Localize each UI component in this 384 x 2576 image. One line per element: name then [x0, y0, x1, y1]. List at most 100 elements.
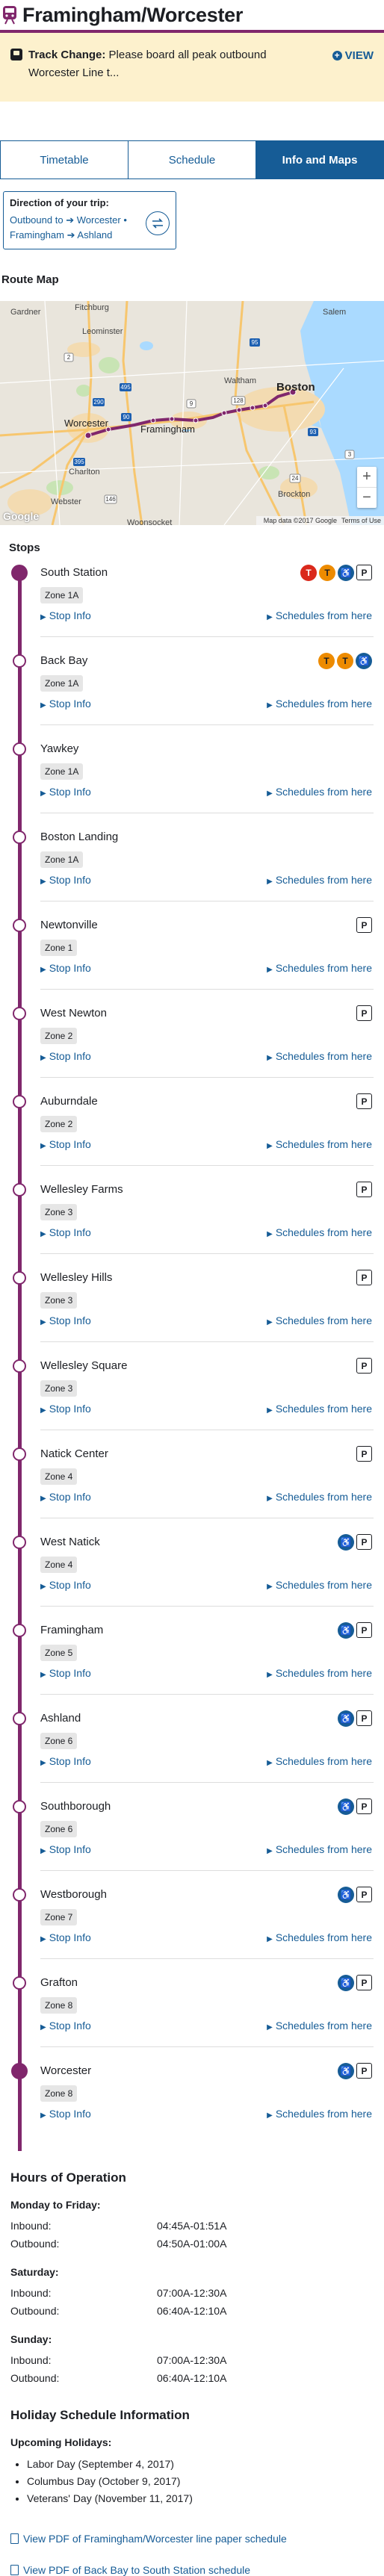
schedules-from-here-link[interactable]: ▶ Schedules from here — [267, 1579, 372, 1591]
direction-selector[interactable]: Direction of your trip: Outbound to ➔ Wo… — [3, 191, 176, 249]
stop-info-link[interactable]: ▶ Stop Info — [40, 874, 91, 886]
stop-info-label: Stop Info — [49, 609, 91, 621]
parking-icon: P — [356, 1270, 372, 1285]
tab-schedule[interactable]: Schedule — [128, 141, 256, 179]
pdf-link-back-bay-schedule[interactable]: View PDF of Back Bay to South Station sc… — [10, 2564, 384, 2576]
svg-text:24: 24 — [292, 475, 299, 482]
schedules-from-here-link[interactable]: ▶ Schedules from here — [267, 1491, 372, 1503]
schedules-from-here-link[interactable]: ▶ Schedules from here — [267, 1315, 372, 1326]
schedules-from-here-link[interactable]: ▶ Schedules from here — [267, 1755, 372, 1767]
hours-time: 06:40A-12:10A — [157, 2372, 227, 2384]
schedules-label: Schedules from here — [275, 609, 372, 621]
caret-right-icon: ▶ — [40, 1495, 46, 1503]
zone-badge: Zone 1A — [40, 851, 84, 868]
alert-view-button[interactable]: + VIEW — [332, 49, 374, 62]
stop-info-link[interactable]: ▶ Stop Info — [40, 1226, 91, 1238]
stop-name: Wellesley Square — [40, 1359, 128, 1372]
schedules-from-here-link[interactable]: ▶ Schedules from here — [267, 2108, 372, 2120]
alert-banner[interactable]: Track Change: Please board all peak outb… — [0, 33, 384, 102]
schedules-from-here-link[interactable]: ▶ Schedules from here — [267, 1138, 372, 1150]
stop-info-link[interactable]: ▶ Stop Info — [40, 609, 91, 621]
hours-direction: Inbound: — [10, 2287, 52, 2299]
divider — [40, 2046, 374, 2047]
terms-of-use-link[interactable]: Terms of Use — [341, 517, 381, 524]
stop-info-link[interactable]: ▶ Stop Info — [40, 962, 91, 974]
hours-group: Saturday: Inbound: 07:00A-12:30A Outbound: 0… — [10, 2266, 384, 2323]
alert-text: Track Change: Please board all peak outb… — [28, 46, 320, 82]
stop-info-link[interactable]: ▶ Stop Info — [40, 1491, 91, 1503]
schedules-label: Schedules from here — [275, 786, 372, 798]
zoom-in-button[interactable]: + — [357, 467, 377, 488]
hours-of-operation: Hours of Operation Monday to Friday: Inbo… — [10, 2170, 384, 2390]
stop-name: West Newton — [40, 1007, 107, 1019]
stop-info-link[interactable]: ▶ Stop Info — [40, 786, 91, 798]
map-label-woonsocket: Woonsocket — [127, 518, 172, 525]
map-label-gardner: Gardner — [10, 308, 41, 317]
stop-info-link[interactable]: ▶ Stop Info — [40, 1931, 91, 1943]
stop-info-link[interactable]: ▶ Stop Info — [40, 1667, 91, 1679]
direction-via-1: Framingham — [10, 229, 64, 240]
stop-item: Wellesley Square P Zone 3 ▶ Stop Info ▶ Schedu… — [0, 1358, 384, 1446]
schedules-from-here-link[interactable]: ▶ Schedules from here — [267, 698, 372, 710]
alert-view-label: VIEW — [344, 49, 374, 62]
caret-right-icon: ▶ — [267, 1142, 273, 1150]
stop-marker — [11, 565, 28, 581]
commuter-rail-icon — [3, 6, 16, 25]
schedules-from-here-link[interactable]: ▶ Schedules from here — [267, 1226, 372, 1238]
schedules-from-here-link[interactable]: ▶ Schedules from here — [267, 1403, 372, 1415]
svg-text:395: 395 — [74, 459, 84, 465]
map-label-boston: Boston — [276, 381, 315, 394]
hours-time: 07:00A-12:30A — [157, 2354, 227, 2366]
holiday-item: Veterans' Day (November 11, 2017) — [27, 2490, 384, 2507]
stop-info-link[interactable]: ▶ Stop Info — [40, 1138, 91, 1150]
schedules-from-here-link[interactable]: ▶ Schedules from here — [267, 1843, 372, 1855]
divider — [40, 1694, 374, 1695]
pdf-link-line-schedule[interactable]: View PDF of Framingham/Worcester line pa… — [10, 2533, 384, 2545]
hours-direction: Inbound: — [10, 2354, 52, 2366]
swap-direction-button[interactable] — [146, 211, 170, 235]
divider — [40, 724, 374, 725]
tab-timetable[interactable]: Timetable — [1, 141, 128, 179]
stop-info-link[interactable]: ▶ Stop Info — [40, 2020, 91, 2032]
schedules-from-here-link[interactable]: ▶ Schedules from here — [267, 1050, 372, 1062]
svg-text:128: 128 — [233, 397, 244, 404]
zone-badge: Zone 2 — [40, 1116, 78, 1132]
stop-info-link[interactable]: ▶ Stop Info — [40, 1050, 91, 1062]
schedules-from-here-link[interactable]: ▶ Schedules from here — [267, 1931, 372, 1943]
zoom-out-button[interactable]: − — [357, 488, 377, 508]
schedules-from-here-link[interactable]: ▶ Schedules from here — [267, 1667, 372, 1679]
schedules-from-here-link[interactable]: ▶ Schedules from here — [267, 609, 372, 621]
stop-item: South Station T T ♿ P Zone 1A ▶ Stop Info ▶ Sched… — [0, 565, 384, 653]
stop-info-link[interactable]: ▶ Stop Info — [40, 1755, 91, 1767]
stop-info-link[interactable]: ▶ Stop Info — [40, 698, 91, 710]
schedules-from-here-link[interactable]: ▶ Schedules from here — [267, 786, 372, 798]
parking-icon: P — [356, 917, 372, 933]
stop-marker — [13, 1359, 26, 1373]
stop-item: Back Bay T T ♿ Zone 1A ▶ Stop Info ▶ Schedules f… — [0, 653, 384, 741]
zone-badge: Zone 6 — [40, 1821, 78, 1837]
schedules-from-here-link[interactable]: ▶ Schedules from here — [267, 962, 372, 974]
stop-item: Westborough ♿ P Zone 7 ▶ Stop Info ▶ Schedules … — [0, 1887, 384, 1975]
stop-info-link[interactable]: ▶ Stop Info — [40, 2108, 91, 2120]
stop-name: Westborough — [40, 1888, 107, 1901]
hours-direction: Inbound: — [10, 2220, 52, 2232]
schedules-label: Schedules from here — [275, 1579, 372, 1591]
zone-badge: Zone 4 — [40, 1468, 78, 1485]
stop-marker — [13, 1447, 26, 1461]
schedules-from-here-link[interactable]: ▶ Schedules from here — [267, 874, 372, 886]
stop-list: South Station T T ♿ P Zone 1A ▶ Stop Info ▶ Sched… — [0, 565, 384, 2151]
caret-right-icon: ▶ — [267, 966, 273, 974]
stop-info-link[interactable]: ▶ Stop Info — [40, 1843, 91, 1855]
schedules-label: Schedules from here — [275, 1226, 372, 1238]
stop-info-label: Stop Info — [49, 786, 91, 798]
stop-info-link[interactable]: ▶ Stop Info — [40, 1315, 91, 1326]
stop-name: Natick Center — [40, 1447, 108, 1460]
tab-info-and-maps[interactable]: Info and Maps — [256, 141, 383, 179]
stop-info-link[interactable]: ▶ Stop Info — [40, 1579, 91, 1591]
hours-day-label: Saturday: — [10, 2266, 59, 2278]
route-map[interactable]: Gardner Fitchburg Leominster Salem Walth… — [0, 301, 384, 525]
schedules-from-here-link[interactable]: ▶ Schedules from here — [267, 2020, 372, 2032]
stop-info-label: Stop Info — [49, 1491, 91, 1503]
hours-time: 04:50A-01:00A — [157, 2238, 227, 2250]
stop-info-link[interactable]: ▶ Stop Info — [40, 1403, 91, 1415]
